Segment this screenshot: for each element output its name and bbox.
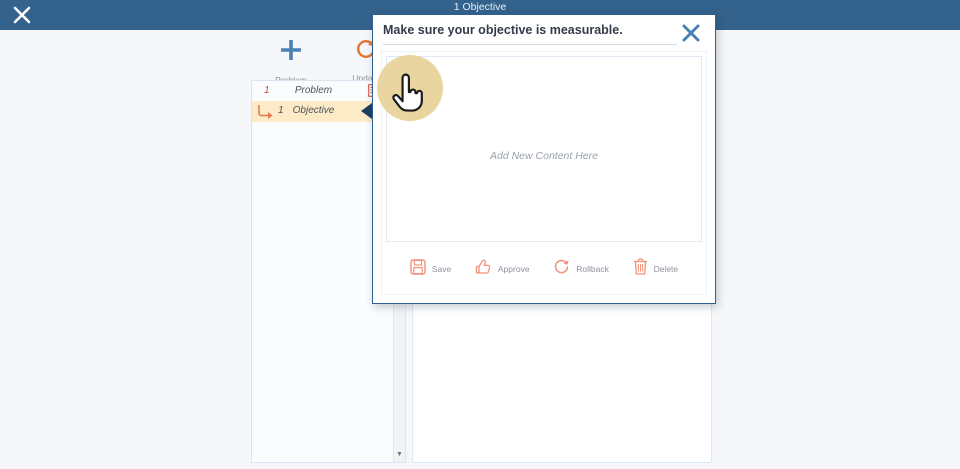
trash-icon [633, 258, 648, 280]
save-button[interactable]: Save [410, 259, 451, 280]
dialog-close-icon[interactable] [681, 23, 703, 45]
approve-button[interactable]: Approve [475, 258, 530, 280]
rollback-icon [553, 258, 570, 280]
app-window: Problem Update 1 Problem [0, 0, 960, 469]
delete-label: Delete [654, 264, 679, 274]
content-placeholder: Add New Content Here [490, 150, 598, 162]
scroll-down-icon[interactable]: ▼ [394, 449, 405, 461]
dialog-title: Make sure your objective is measurable. [383, 23, 677, 45]
hand-pointer-icon [388, 72, 426, 121]
approve-label: Approve [498, 264, 530, 274]
left-triangle-icon [361, 103, 372, 119]
dialog-action-bar: Save Approve [382, 244, 706, 294]
thumbs-up-icon [475, 258, 492, 280]
rollback-button[interactable]: Rollback [553, 258, 609, 280]
save-label: Save [432, 264, 451, 274]
row-label: Objective [252, 105, 375, 116]
delete-button[interactable]: Delete [633, 258, 679, 280]
save-icon [410, 259, 426, 280]
row-label: Problem [252, 85, 375, 96]
rollback-label: Rollback [576, 264, 609, 274]
plus-icon [261, 38, 321, 67]
